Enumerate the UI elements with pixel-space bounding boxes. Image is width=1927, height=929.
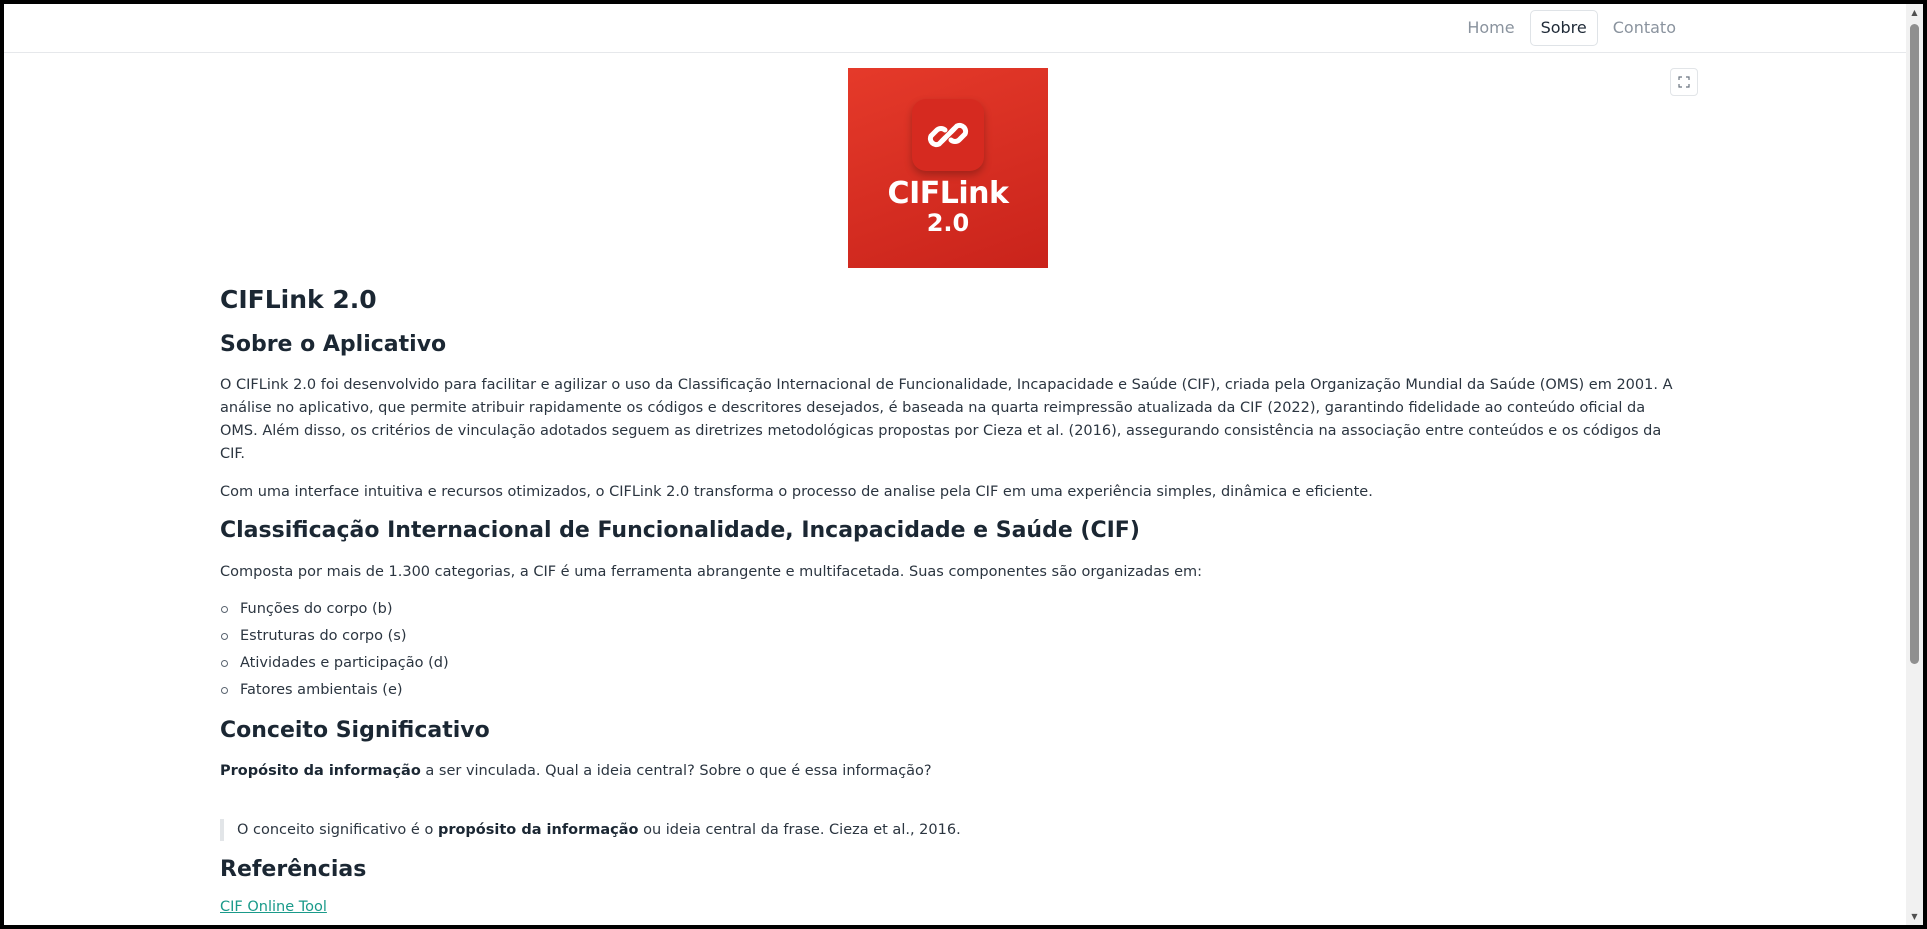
browser-window: Home Sobre Contato CIFLink 2.0 CIFLink 2… [4,4,1923,925]
concept-paragraph: Propósito da informação a ser vinculada.… [220,760,1676,783]
references-heading: Referências [220,857,367,882]
app-logo: CIFLink 2.0 [848,68,1048,268]
concept-heading: Conceito Significativo [220,718,490,743]
about-paragraph-2: Com uma interface intuitiva e recursos o… [220,484,1373,500]
logo-version-text: 2.0 [926,209,970,237]
list-item: Funções do corpo (b) [221,596,1676,623]
expand-icon [1678,76,1690,88]
nav-links: Home Sobre Contato [1456,10,1687,46]
concept-quote: O conceito significativo é o propósito d… [220,819,1676,841]
cif-heading: Classificação Internacional de Funcional… [220,518,1140,543]
scroll-up-arrow-icon[interactable]: ▲ [1906,4,1923,21]
logo-name-text: CIFLink [887,176,1009,211]
page-title: CIFLink 2.0 [220,285,377,314]
about-heading: Sobre o Aplicativo [220,332,447,357]
list-item: Atividades e participação (d) [221,650,1676,677]
main-content: CIFLink 2.0 CIFLink 2.0 Sobre o Aplicati… [220,68,1676,915]
quote-after: ou ideia central da frase. Cieza et al.,… [638,822,961,838]
quote-strong: propósito da informação [437,822,639,838]
concept-strong: Propósito da informação [220,763,421,779]
nav-home-link[interactable]: Home [1456,10,1525,46]
scroll-down-arrow-icon[interactable]: ▼ [1906,908,1923,925]
about-paragraph-1: O CIFLink 2.0 foi desenvolvido para faci… [220,377,1673,462]
concept-rest: a ser vinculada. Qual a ideia central? S… [420,763,932,779]
nav-sobre-link[interactable]: Sobre [1529,10,1598,46]
chain-link-icon [912,99,984,171]
vertical-scrollbar[interactable]: ▲ ▼ [1906,4,1923,925]
scroll-thumb[interactable] [1910,24,1919,664]
quote-before: O conceito significativo é o [237,822,438,838]
logo-container: CIFLink 2.0 [220,68,1676,268]
list-item: Estruturas do corpo (s) [221,623,1676,650]
nav-contato-link[interactable]: Contato [1602,10,1687,46]
cif-components-list: Funções do corpo (b) Estruturas do corpo… [220,596,1676,704]
list-item: Fatores ambientais (e) [221,677,1676,704]
cif-intro: Composta por mais de 1.300 categorias, a… [220,564,1203,580]
cif-online-tool-link[interactable]: CIF Online Tool [220,899,327,915]
top-navbar: Home Sobre Contato [4,4,1906,53]
